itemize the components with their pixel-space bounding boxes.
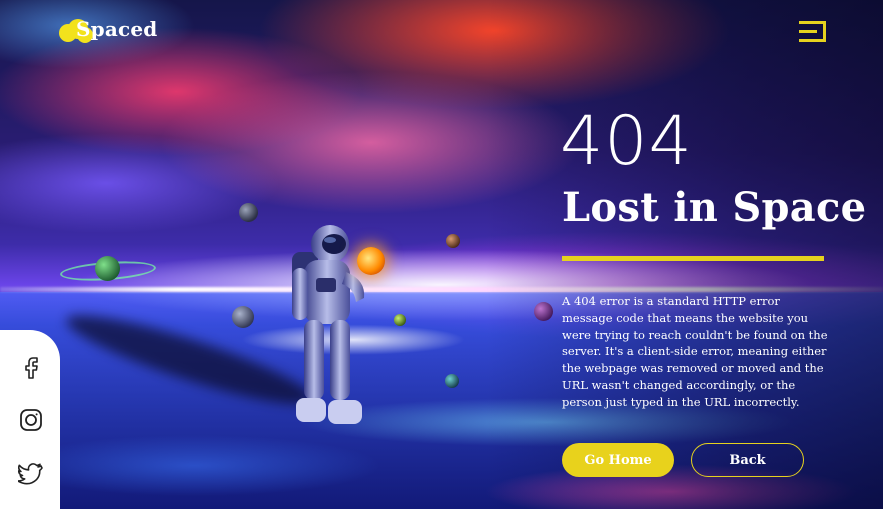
instagram-icon	[20, 409, 42, 431]
menu-button[interactable]	[798, 19, 828, 45]
instagram-link[interactable]	[18, 407, 44, 433]
page-title: Lost in Space	[562, 184, 867, 231]
twitter-link[interactable]	[16, 460, 44, 486]
twitter-icon	[16, 463, 43, 485]
go-home-button[interactable]: Go Home	[562, 443, 674, 477]
facebook-link[interactable]	[18, 354, 44, 380]
brand-logo[interactable]: Spaced	[58, 16, 168, 46]
menu-icon	[799, 21, 826, 42]
space-background	[0, 0, 883, 509]
back-button[interactable]: Back	[691, 443, 804, 477]
brand-name: Spaced	[76, 17, 158, 41]
facebook-icon	[25, 357, 38, 379]
error-description: A 404 error is a standard HTTP error mes…	[562, 294, 828, 409]
social-links-panel	[0, 330, 60, 509]
title-underline	[562, 256, 824, 261]
error-code: 404	[560, 102, 693, 181]
